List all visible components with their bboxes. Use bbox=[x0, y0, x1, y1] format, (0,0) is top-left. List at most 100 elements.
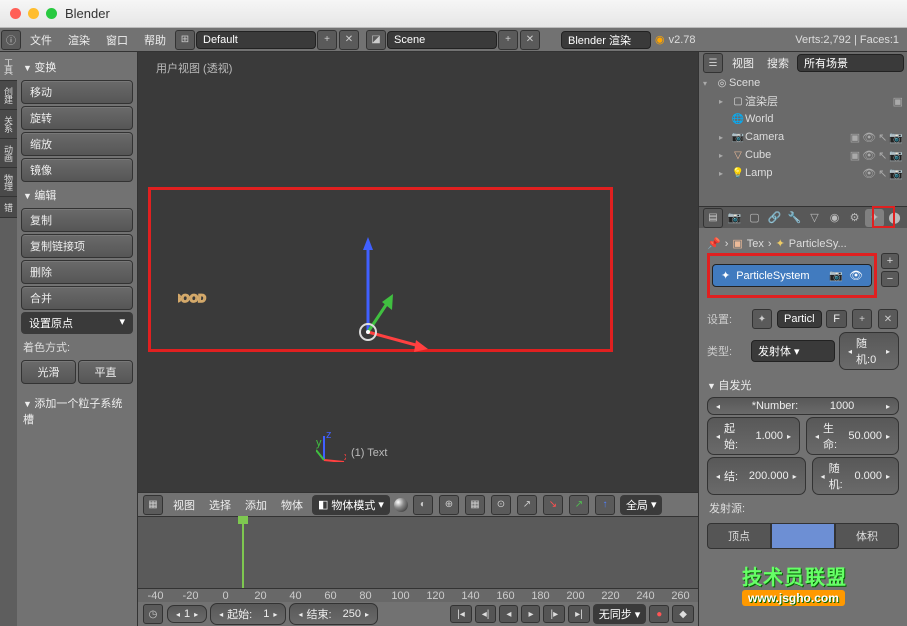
maximize-window-btn[interactable] bbox=[46, 8, 57, 19]
ol-cube[interactable]: Cube bbox=[745, 149, 771, 161]
editor-type-icon[interactable]: ▦ bbox=[143, 495, 163, 515]
setting-add-icon[interactable]: + bbox=[852, 309, 872, 329]
timeline-editor-icon[interactable]: ◷ bbox=[143, 604, 163, 624]
panel-transform-hdr[interactable]: 变换 bbox=[21, 56, 133, 78]
life-field[interactable]: 生命: 50.000 bbox=[806, 417, 899, 455]
menu-file[interactable]: 文件 bbox=[22, 32, 60, 48]
vh-view[interactable]: 视图 bbox=[168, 497, 200, 513]
ps-render-toggle-icon[interactable]: 📷 bbox=[829, 269, 843, 282]
emit-volume[interactable]: 体积 bbox=[835, 523, 899, 549]
move-button[interactable]: 移动 bbox=[21, 80, 133, 104]
history-hdr[interactable]: 添加一个粒子系统槽 bbox=[21, 392, 133, 430]
particle-system-item[interactable]: ✦ ParticleSystem 📷 👁 bbox=[712, 264, 872, 287]
layout-del-icon[interactable]: ✕ bbox=[339, 30, 359, 50]
vh-select[interactable]: 选择 bbox=[204, 497, 236, 513]
keyset-icon[interactable]: ◆ bbox=[672, 605, 694, 623]
vh-btn-1[interactable]: ◐ bbox=[413, 495, 433, 515]
shading-sphere-icon[interactable] bbox=[394, 498, 408, 512]
props-editor-icon[interactable]: ▤ bbox=[703, 208, 723, 228]
axis-z-icon[interactable]: ↑ bbox=[595, 495, 615, 515]
tab-create[interactable]: 创建 bbox=[0, 81, 17, 110]
play-icon[interactable]: ▸ bbox=[521, 605, 540, 623]
end-frame-field[interactable]: 结束: 250 bbox=[289, 603, 378, 625]
tab-tools[interactable]: 工具 bbox=[0, 52, 17, 81]
vh-add[interactable]: 添加 bbox=[240, 497, 272, 513]
outliner-scope-dropdown[interactable]: 所有场景 bbox=[797, 54, 904, 72]
ol-scene[interactable]: Scene bbox=[729, 77, 760, 89]
current-frame-field[interactable]: 1 bbox=[167, 605, 207, 623]
scene-del-icon[interactable]: ✕ bbox=[520, 30, 540, 50]
start-field[interactable]: 起始: 1.000 bbox=[707, 417, 800, 455]
manipulator-toggle-icon[interactable]: ↗ bbox=[517, 495, 537, 515]
flat-button[interactable]: 平直 bbox=[78, 360, 133, 384]
snap-icon[interactable]: ⊙ bbox=[491, 495, 511, 515]
axis-x-icon[interactable]: ↘ bbox=[543, 495, 563, 515]
setting-browse-icon[interactable]: ✦ bbox=[752, 309, 772, 329]
delete-button[interactable]: 删除 bbox=[21, 260, 133, 284]
ol-renderlayers[interactable]: 渲染层 bbox=[745, 93, 778, 109]
end-field[interactable]: 结: 200.000 bbox=[707, 457, 806, 495]
copy-button[interactable]: 复制 bbox=[21, 208, 133, 232]
3d-viewport[interactable]: 用户视图 (透视) GOOD bbox=[138, 52, 698, 492]
pin-icon[interactable]: 📌 bbox=[707, 237, 721, 250]
random-field[interactable]: 随机: 0.000 bbox=[812, 457, 899, 495]
ps-item-name[interactable]: ParticleSystem bbox=[736, 270, 823, 282]
engine-dropdown[interactable]: Blender 渲染 bbox=[561, 31, 651, 49]
mirror-button[interactable]: 镜像 bbox=[21, 158, 133, 182]
setting-f-button[interactable]: F bbox=[826, 310, 847, 328]
outliner[interactable]: ▾◎Scene ▸▢渲染层▣ 🌐World ▸📷Camera▣👁↖📷 ▸▽Cub… bbox=[699, 74, 907, 206]
emit-source-toggle[interactable]: 顶点 体积 bbox=[707, 523, 899, 549]
minimize-window-btn[interactable] bbox=[28, 8, 39, 19]
panel-edit-hdr[interactable]: 编辑 bbox=[21, 184, 133, 206]
tab-animation[interactable]: 动画 bbox=[0, 139, 17, 168]
axis-y-icon[interactable]: ↗ bbox=[569, 495, 589, 515]
jump-start-icon[interactable]: |◂ bbox=[450, 605, 472, 623]
jump-end-icon[interactable]: ▸| bbox=[568, 605, 590, 623]
scene-browse-icon[interactable]: ◪ bbox=[366, 30, 386, 50]
tab-render-icon[interactable]: 📷 bbox=[725, 209, 744, 227]
crumb-ps[interactable]: ParticleSy... bbox=[789, 238, 847, 250]
setting-name-field[interactable]: Particl bbox=[777, 310, 822, 328]
ps-remove-button[interactable]: − bbox=[881, 271, 899, 287]
info-editor-icon[interactable]: ⓘ bbox=[1, 30, 21, 50]
ol-lamp[interactable]: Lamp bbox=[745, 167, 773, 179]
keyframe-prev-icon[interactable]: ◂| bbox=[475, 605, 497, 623]
tab-physics[interactable]: 物理 bbox=[0, 168, 17, 197]
pivot-icon[interactable]: ⊕ bbox=[439, 495, 459, 515]
tab-grease[interactable]: 错 bbox=[0, 197, 17, 218]
orientation-dropdown[interactable]: 全局 ▾ bbox=[620, 495, 663, 515]
layout-add-icon[interactable]: + bbox=[317, 30, 337, 50]
outliner-editor-icon[interactable]: ☰ bbox=[703, 53, 723, 73]
menu-help[interactable]: 帮助 bbox=[136, 32, 174, 48]
layers-icon[interactable]: ▦ bbox=[465, 495, 485, 515]
outliner-search[interactable]: 搜索 bbox=[762, 55, 794, 71]
keyframe-next-icon[interactable]: |▸ bbox=[543, 605, 565, 623]
type-dropdown[interactable]: 发射体 ▾ bbox=[751, 340, 835, 362]
outliner-view[interactable]: 视图 bbox=[727, 55, 759, 71]
sync-dropdown[interactable]: 无同步 ▾ bbox=[593, 604, 647, 624]
3d-manipulator[interactable] bbox=[338, 232, 428, 352]
copylink-button[interactable]: 复制链接项 bbox=[21, 234, 133, 258]
tab-object-icon[interactable]: ▽ bbox=[805, 209, 824, 227]
scale-button[interactable]: 缩放 bbox=[21, 132, 133, 156]
layout-dropdown[interactable]: Default bbox=[196, 31, 316, 49]
vh-object[interactable]: 物体 bbox=[276, 497, 308, 513]
tab-constraint-icon[interactable]: ◉ bbox=[825, 209, 844, 227]
crumb-object[interactable]: Tex bbox=[747, 238, 764, 250]
autokey-icon[interactable]: ● bbox=[649, 605, 669, 623]
start-frame-field[interactable]: 起始: 1 bbox=[210, 603, 286, 625]
emit-verts[interactable]: 顶点 bbox=[707, 523, 771, 549]
ps-add-button[interactable]: + bbox=[881, 253, 899, 269]
timeline-track[interactable] bbox=[138, 517, 698, 588]
emission-panel-hdr[interactable]: 自发光 bbox=[707, 373, 899, 397]
origin-dropdown[interactable]: 设置原点▾ bbox=[21, 312, 133, 334]
scene-add-icon[interactable]: + bbox=[498, 30, 518, 50]
smooth-button[interactable]: 光滑 bbox=[21, 360, 76, 384]
rotate-button[interactable]: 旋转 bbox=[21, 106, 133, 130]
tab-relations[interactable]: 关系 bbox=[0, 110, 17, 139]
tab-modifier-icon[interactable]: ⚙ bbox=[845, 209, 864, 227]
close-window-btn[interactable] bbox=[10, 8, 21, 19]
ol-camera[interactable]: Camera bbox=[745, 131, 784, 143]
play-rev-icon[interactable]: ◂ bbox=[499, 605, 518, 623]
seed-field[interactable]: 随机:0 bbox=[839, 332, 899, 370]
